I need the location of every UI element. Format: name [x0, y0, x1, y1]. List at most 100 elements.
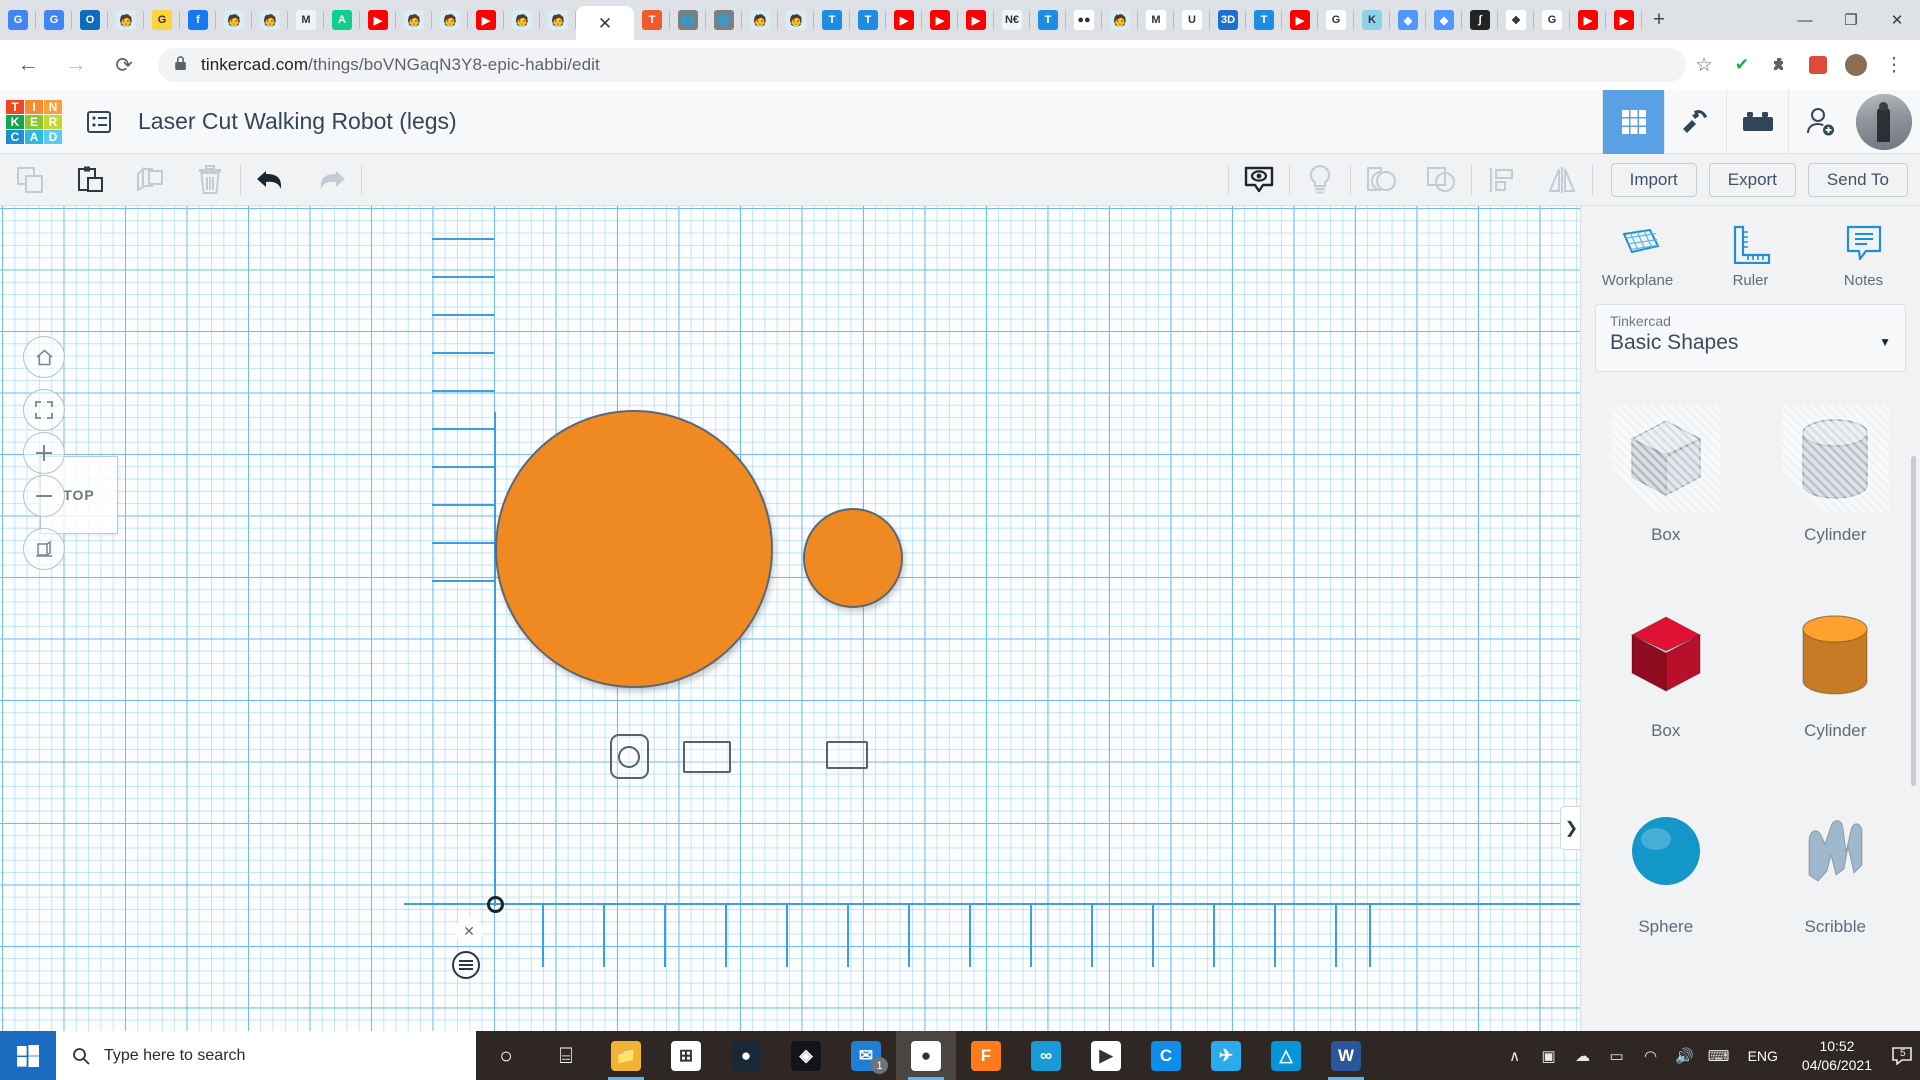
task-view-icon[interactable]: ⌸ — [536, 1031, 596, 1080]
shape-item-cylinder-1[interactable]: Cylinder — [1751, 380, 1920, 570]
flipaclip-icon[interactable]: F — [956, 1031, 1016, 1080]
add-person-icon[interactable] — [1788, 89, 1850, 154]
import-button[interactable]: Import — [1610, 162, 1697, 197]
redo-icon[interactable] — [301, 154, 361, 206]
show-hidden-icons[interactable]: ∧ — [1498, 1031, 1532, 1080]
workplane-canvas[interactable]: ✕ TOP Edit Grid Snap Grid 0.1 mm ▲ ❯ — [0, 206, 1580, 1031]
tab-integral-app[interactable]: ∫ — [1462, 0, 1498, 40]
light-bulb-icon[interactable] — [1290, 154, 1350, 206]
notifications-button[interactable]: 5 — [1884, 1031, 1920, 1080]
word-icon[interactable]: W — [1316, 1031, 1376, 1080]
delete-shape-button[interactable]: ✕ — [455, 917, 483, 945]
wifi-icon[interactable]: ◠ — [1634, 1031, 1668, 1080]
tab-scratch[interactable]: ◆ — [1390, 0, 1426, 40]
fit-to-view-button[interactable] — [23, 389, 65, 431]
start-button[interactable] — [0, 1031, 56, 1080]
tab-3d-warehouse[interactable]: 3D — [1210, 0, 1246, 40]
tab-youtube[interactable]: ▶ — [886, 0, 922, 40]
tinkercad-logo[interactable]: TIN KER CAD — [6, 99, 62, 144]
lego-brick-icon[interactable] — [1726, 89, 1788, 154]
tab-youtube[interactable]: ▶ — [360, 0, 396, 40]
user-avatar[interactable] — [1856, 93, 1912, 150]
tab-roblox-avatar[interactable]: 🧑 — [742, 0, 778, 40]
chrome-menu-icon[interactable]: ⋮ — [1876, 47, 1912, 83]
extension-puzzle-icon[interactable] — [1762, 47, 1798, 83]
keyboard-layout-icon[interactable]: ⌨ — [1702, 1031, 1736, 1080]
shape-context-menu-button[interactable] — [452, 951, 480, 979]
close-tab-icon[interactable]: ✕ — [598, 15, 612, 32]
tab-tinkercad[interactable]: T — [850, 0, 886, 40]
delete-icon[interactable] — [180, 154, 240, 206]
tab-youtube[interactable]: ▶ — [958, 0, 994, 40]
tab-roblox-avatar[interactable]: 🧑 — [432, 0, 468, 40]
copy-icon[interactable] — [0, 154, 60, 206]
shape-item-box-2[interactable]: Box — [1581, 576, 1751, 766]
notes-tool[interactable]: Notes — [1819, 224, 1909, 289]
slot-hole-small-disc[interactable] — [826, 741, 868, 769]
google-chrome-icon[interactable]: ● — [896, 1031, 956, 1080]
shape-item-box-0[interactable]: Box — [1581, 380, 1751, 570]
tab-wevideo[interactable]: ●● — [1066, 0, 1102, 40]
home-view-button[interactable] — [23, 336, 65, 378]
center-round-hole[interactable] — [618, 746, 640, 768]
telegram-icon[interactable]: ✈ — [1196, 1031, 1256, 1080]
tab-roblox-avatar[interactable]: 🧑 — [540, 0, 576, 40]
tab-roblox-avatar[interactable]: 🧑 — [252, 0, 288, 40]
new-tab-button[interactable]: + — [1642, 0, 1676, 40]
tab-gartic[interactable]: G — [144, 0, 180, 40]
tab-google[interactable]: G — [1318, 0, 1354, 40]
tab-kidpix[interactable]: K — [1354, 0, 1390, 40]
tab-miro[interactable]: M — [288, 0, 324, 40]
tab-roblox-avatar[interactable]: 🧑 — [108, 0, 144, 40]
predator-icon[interactable]: ◈ — [776, 1031, 836, 1080]
page-title[interactable]: Laser Cut Walking Robot (legs) — [138, 108, 457, 135]
duplicate-icon[interactable] — [120, 154, 180, 206]
extension-red-icon[interactable] — [1800, 47, 1836, 83]
shape-item-scribble-5[interactable]: Scribble — [1751, 772, 1920, 962]
align-icon[interactable] — [1472, 154, 1532, 206]
tab-youtube[interactable]: ▶ — [922, 0, 958, 40]
panel-scrollbar[interactable] — [1911, 456, 1916, 786]
volume-icon[interactable]: 🔊 — [1668, 1031, 1702, 1080]
tab-youtube[interactable]: ▶ — [1282, 0, 1318, 40]
removable-media-icon[interactable]: ▣ — [1532, 1031, 1566, 1080]
onedrive-icon[interactable]: ☁ — [1566, 1031, 1600, 1080]
maximize-button[interactable]: ❐ — [1828, 0, 1874, 40]
tab-roblox-avatar[interactable]: 🧑 — [216, 0, 252, 40]
group-icon[interactable] — [1351, 154, 1411, 206]
slot-hole-large-disc[interactable] — [683, 741, 731, 773]
tab-roblox-avatar[interactable]: 🧑 — [396, 0, 432, 40]
ungroup-icon[interactable] — [1411, 154, 1471, 206]
selection-origin-handle[interactable] — [487, 896, 504, 913]
shape-library-select[interactable]: Tinkercad Basic Shapes ▼ — [1595, 304, 1906, 372]
address-bar[interactable]: tinkercad.com/things/boVNGaqN3Y8-epic-ha… — [158, 48, 1686, 82]
mirror-icon[interactable] — [1532, 154, 1592, 206]
codeblocks-pickaxe-icon[interactable] — [1664, 89, 1726, 154]
tab-inkscape[interactable]: ❖ — [1498, 0, 1534, 40]
tab-google[interactable]: G — [1534, 0, 1570, 40]
extension-check-icon[interactable]: ✔ — [1724, 47, 1760, 83]
tab-youtube[interactable]: ▶ — [1606, 0, 1642, 40]
tray-language[interactable]: ENG — [1736, 1048, 1790, 1064]
bookmark-star-icon[interactable]: ☆ — [1686, 47, 1722, 83]
cortana-icon[interactable]: ○ — [476, 1031, 536, 1080]
taskbar-search[interactable]: Type here to search — [56, 1031, 476, 1080]
minimize-button[interactable]: — — [1782, 0, 1828, 40]
edge-icon[interactable]: C — [1136, 1031, 1196, 1080]
ruler-tool[interactable]: Ruler — [1706, 224, 1796, 289]
collapse-panel-button[interactable]: ❯ — [1560, 806, 1580, 850]
tab-youtube[interactable]: ▶ — [1570, 0, 1606, 40]
tab-globe[interactable]: 🌐 — [706, 0, 742, 40]
small-disc-shape[interactable] — [803, 508, 903, 608]
shape-item-sphere-4[interactable]: Sphere — [1581, 772, 1751, 962]
mail-icon[interactable]: ✉ 1 — [836, 1031, 896, 1080]
shape-item-cylinder-3[interactable]: Cylinder — [1751, 576, 1920, 766]
back-button[interactable]: ← — [8, 45, 48, 85]
tab-outlook[interactable]: O — [72, 0, 108, 40]
tab-facebook[interactable]: f — [180, 0, 216, 40]
tinkercad-circuits-icon[interactable]: ∞ — [1016, 1031, 1076, 1080]
profile-avatar-icon[interactable] — [1838, 47, 1874, 83]
tab-tinkercad[interactable]: T — [1246, 0, 1282, 40]
tab-roblox-avatar[interactable]: 🧑 — [778, 0, 814, 40]
zoom-out-button[interactable] — [23, 475, 65, 517]
